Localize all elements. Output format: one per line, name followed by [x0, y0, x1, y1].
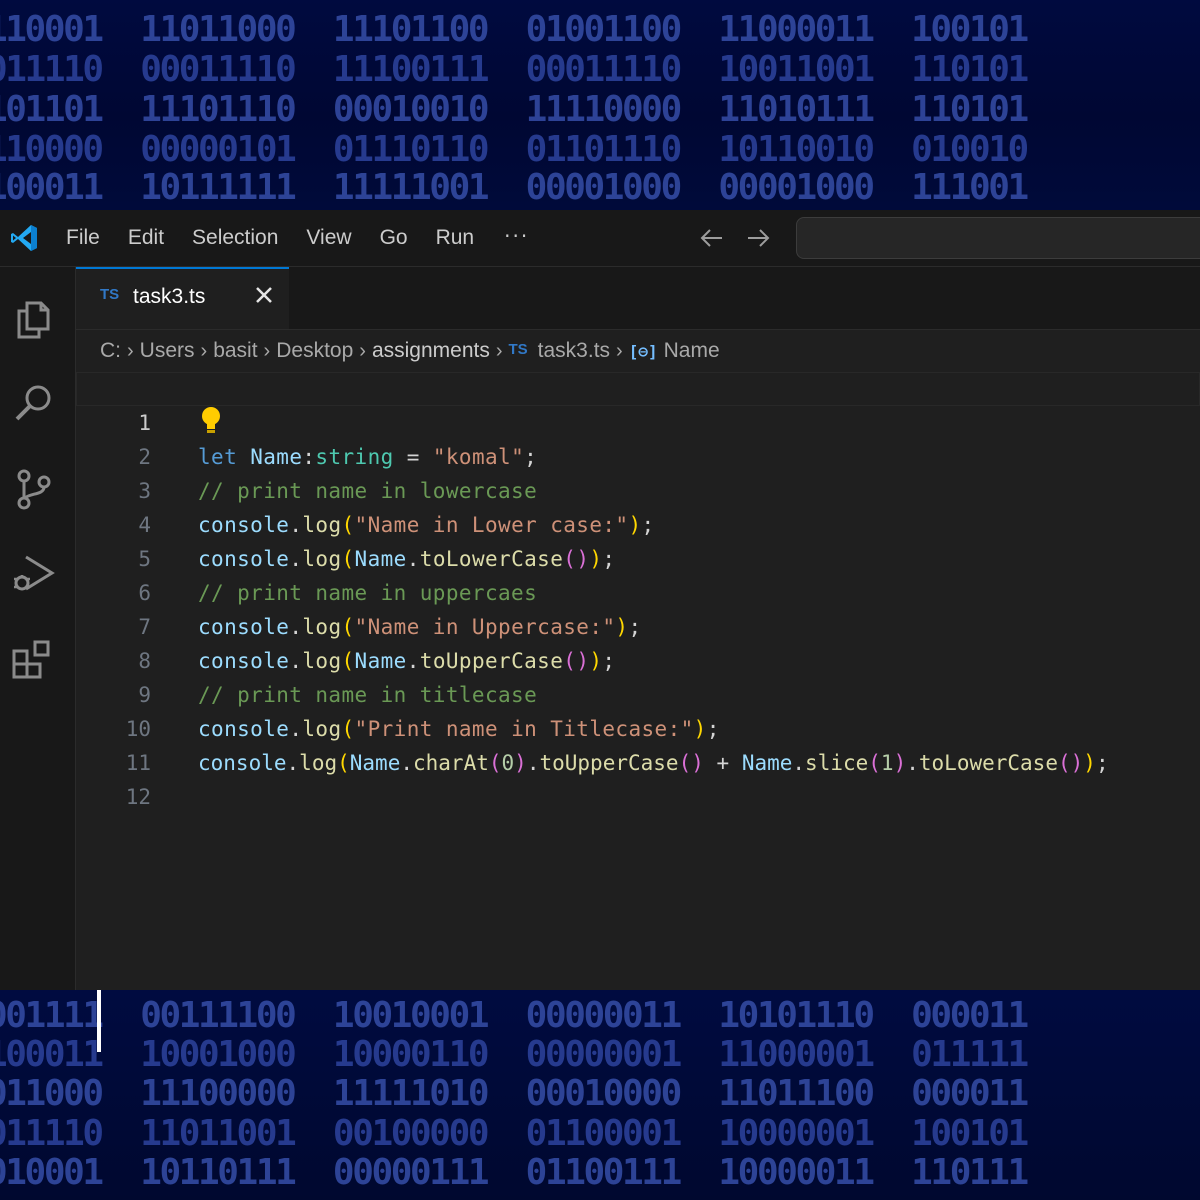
files-icon[interactable]	[10, 295, 58, 343]
code-line[interactable]: 5 // print name in uppercaes	[76, 508, 1200, 605]
breadcrumb: C: › Users › basit › Desktop › assignmen…	[100, 330, 720, 372]
editor-tabs: TS task3.ts	[76, 267, 1200, 330]
chevron-right-icon: ›	[127, 339, 134, 362]
menu-view[interactable]: View	[292, 210, 365, 266]
chevron-right-icon: ›	[359, 339, 366, 362]
vscode-window: File Edit Selection View Go Run ··· TS t…	[0, 210, 1200, 990]
search-icon[interactable]	[10, 379, 58, 427]
line-number: 12	[125, 785, 151, 809]
menu-file[interactable]: File	[52, 210, 114, 266]
binary-row: 001111 00111100 10010001 00000011 101011…	[0, 995, 1029, 1036]
chevron-right-icon: ›	[616, 339, 623, 362]
menu-selection[interactable]: Selection	[178, 210, 292, 266]
close-icon[interactable]	[252, 283, 276, 307]
breadcrumb-symbol[interactable]: Name	[664, 339, 720, 363]
code-line[interactable]: 1 let Name:string = "komal";	[76, 372, 1200, 469]
code-line[interactable]: 7 console.log(Name.toUpperCase());	[76, 576, 1200, 673]
binary-row: 100011 10111111 11111001 00001000 000010…	[0, 167, 1029, 208]
code-line[interactable]: 3 console.log("Name in Lower case:");	[76, 440, 1200, 537]
extensions-icon[interactable]	[10, 637, 58, 685]
binary-row: 110000 00000101 01110110 01101110 101100…	[0, 129, 1029, 170]
menu-bar: File Edit Selection View Go Run ···	[52, 210, 545, 266]
code-line[interactable]: 9 console.log("Print name in Titlecase:"…	[76, 644, 1200, 741]
binary-background-bottom: 001111 00111100 10010001 00000011 101011…	[0, 990, 1200, 1200]
activity-bar	[0, 267, 76, 990]
code-line[interactable]: 11	[76, 712, 1200, 775]
menu-edit[interactable]: Edit	[114, 210, 178, 266]
code-line[interactable]: 8 // print name in titlecase	[76, 610, 1200, 707]
binary-row: 011000 11100000 11111010 00010000 110111…	[0, 1073, 1029, 1114]
menu-go[interactable]: Go	[366, 210, 422, 266]
chevron-right-icon: ›	[495, 339, 503, 362]
code-line[interactable]: 6 console.log("Name in Uppercase:");	[76, 542, 1200, 639]
breadcrumb-file[interactable]: task3.ts	[538, 339, 610, 363]
binary-row: 011110 00011110 11100111 00011110 100110…	[0, 49, 1029, 90]
source-control-icon[interactable]	[10, 465, 58, 513]
code-line[interactable]: 10 console.log(Name.charAt(0).toUpperCas…	[76, 678, 1200, 775]
binary-background-top: 110001 11011000 11101100 01001100 110000…	[0, 0, 1200, 210]
menu-run[interactable]: Run	[422, 210, 489, 266]
menu-more-button[interactable]: ···	[488, 210, 545, 266]
typescript-icon: TS	[100, 286, 120, 303]
code-line[interactable]: 12	[76, 746, 1200, 809]
code-line[interactable]: 2 // print name in lowercase	[76, 406, 1200, 503]
arrow-left-icon[interactable]	[696, 222, 728, 254]
arrow-right-icon[interactable]	[742, 222, 774, 254]
title-bar: File Edit Selection View Go Run ···	[0, 210, 1200, 267]
chevron-right-icon: ›	[200, 339, 208, 362]
lightbulb-icon[interactable]	[198, 405, 224, 435]
binary-row: 011110 11011001 00100000 01100001 100000…	[0, 1113, 1029, 1154]
binary-row: 010001 10110111 00000111 01100111 100000…	[0, 1152, 1029, 1193]
typescript-icon: TS	[508, 340, 528, 358]
breadcrumb-item[interactable]: Desktop	[276, 339, 353, 363]
text-cursor	[97, 990, 101, 1052]
breadcrumb-item[interactable]: basit	[213, 339, 257, 363]
binary-row: 100011 10001000 10000110 00000001 110000…	[0, 1034, 1029, 1075]
breadcrumb-item[interactable]: assignments	[372, 339, 490, 363]
symbol-variable-icon: [⊖]	[628, 341, 658, 361]
tab-label: task3.ts	[133, 285, 206, 308]
binary-row: 101101 11101110 00010010 11110000 110101…	[0, 89, 1029, 130]
code-line[interactable]: 4 console.log(Name.toLowerCase());	[76, 474, 1200, 571]
code-editor[interactable]: 1 let Name:string = "komal"; 2 // print …	[76, 372, 1200, 990]
tab-task3-ts[interactable]: TS task3.ts	[76, 267, 289, 329]
vscode-logo-icon	[11, 225, 37, 251]
breadcrumb-item[interactable]: Users	[140, 339, 195, 363]
run-debug-icon[interactable]	[10, 549, 58, 597]
breadcrumb-item[interactable]: C:	[100, 339, 121, 363]
command-center-search[interactable]	[796, 217, 1200, 259]
binary-row: 110001 11011000 11101100 01001100 110000…	[0, 9, 1029, 50]
chevron-right-icon: ›	[263, 339, 271, 362]
